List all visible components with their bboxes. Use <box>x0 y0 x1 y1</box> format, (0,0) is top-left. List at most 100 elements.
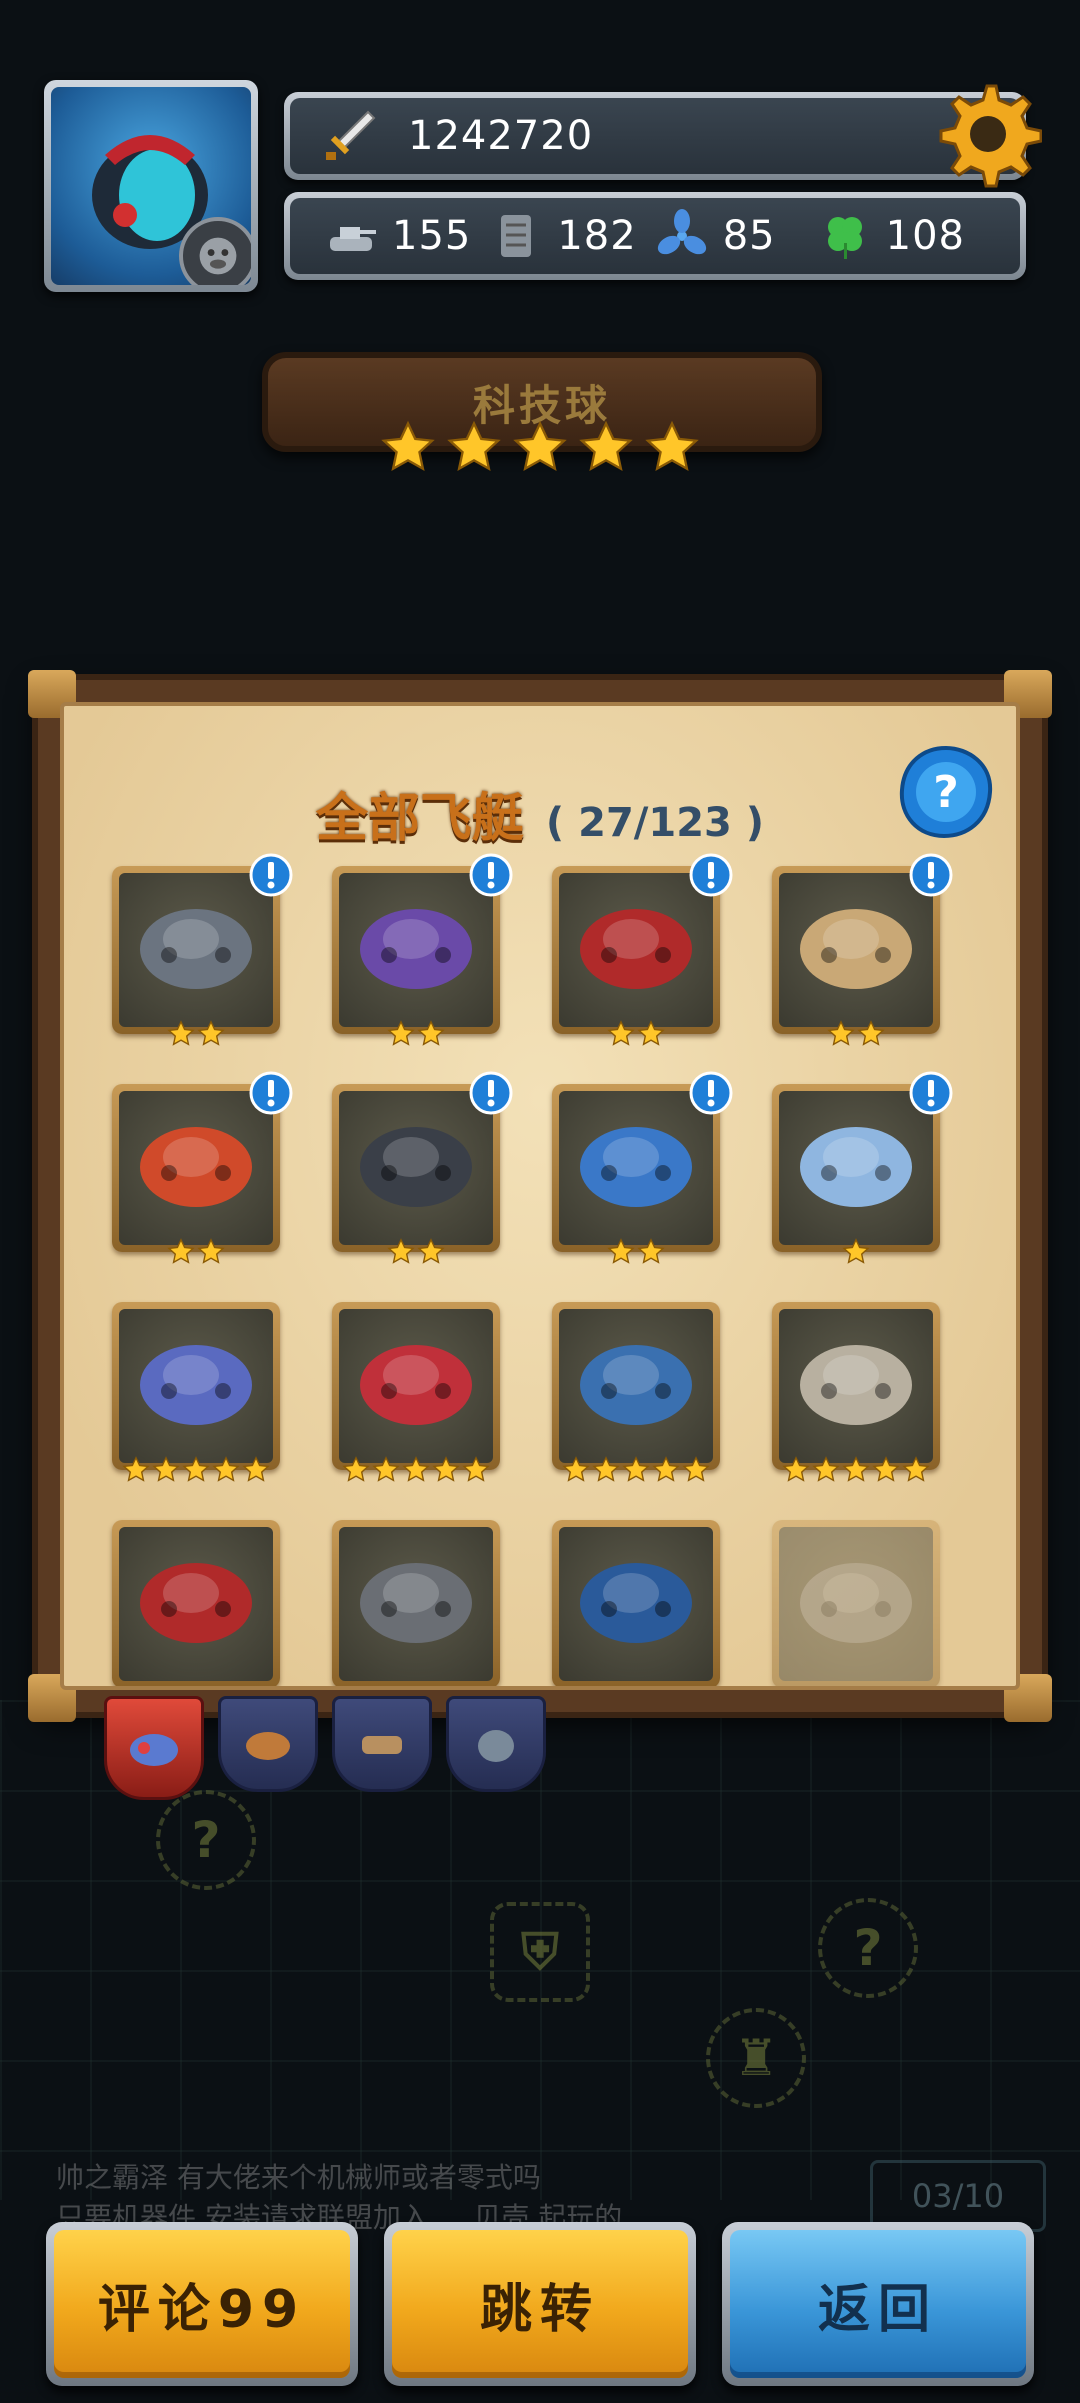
comment-button-label: 评论99 <box>97 2279 307 2340</box>
star-icon <box>902 1456 930 1482</box>
star-icon <box>387 1238 415 1264</box>
ship-card[interactable] <box>112 1520 280 1686</box>
ship-art-icon <box>360 909 472 989</box>
star-icon <box>432 1456 460 1482</box>
background-shield-icon: ⛨ <box>490 1902 590 2002</box>
ship-card[interactable] <box>112 1302 280 1482</box>
power-bar: 1242720 <box>284 84 1042 188</box>
collection-count: ( 27/123 ) <box>545 800 765 846</box>
tab-category-4[interactable] <box>446 1696 546 1792</box>
ship-portrait <box>119 1309 273 1463</box>
ship-art-icon <box>580 909 692 989</box>
ship-card[interactable] <box>332 1071 513 1264</box>
star-icon <box>342 1456 370 1482</box>
star-icon <box>782 1456 810 1482</box>
star-icon <box>167 1020 195 1046</box>
star-icon <box>827 1020 855 1046</box>
ship-tab-icon <box>362 1736 402 1754</box>
help-question-icon[interactable]: ? <box>896 744 996 840</box>
resource-tank: 155 <box>324 209 471 263</box>
ship-stars <box>772 1020 940 1048</box>
tab-category-2[interactable] <box>218 1696 318 1792</box>
ship-art-icon <box>140 1563 252 1643</box>
new-alert-icon <box>689 1071 733 1115</box>
star-icon <box>197 1238 225 1264</box>
ship-card[interactable] <box>552 853 733 1046</box>
star-icon <box>387 1020 415 1046</box>
ship-card[interactable] <box>772 1302 940 1482</box>
ship-stars <box>552 1020 720 1048</box>
resource-clover: 108 <box>818 209 965 263</box>
ship-art-icon <box>800 1563 912 1643</box>
star-icon <box>242 1456 270 1482</box>
ship-card[interactable] <box>772 1520 940 1686</box>
ship-card[interactable] <box>552 1520 720 1686</box>
ship-stars <box>112 1020 280 1048</box>
star-icon <box>197 1020 225 1046</box>
jump-button-label: 跳转 <box>479 2279 600 2340</box>
tab-category-3[interactable] <box>332 1696 432 1792</box>
ship-art-icon <box>360 1563 472 1643</box>
resources-bar: 155 182 85 108 <box>284 192 1026 280</box>
ship-stars <box>332 1020 500 1048</box>
star-icon <box>607 1238 635 1264</box>
ship-card[interactable] <box>772 1071 953 1264</box>
comment-button[interactable]: 评论99 <box>46 2222 358 2386</box>
star-icon <box>417 1020 445 1046</box>
clover-icon <box>827 217 862 259</box>
star-icon <box>212 1456 240 1482</box>
star-icon <box>652 1456 680 1482</box>
background-castle-icon: ♜ <box>706 2008 806 2108</box>
star-icon <box>857 1020 885 1046</box>
resource-fan: 85 <box>655 209 776 263</box>
ship-stars <box>112 1238 280 1266</box>
ship-card[interactable] <box>772 853 953 1046</box>
tab-all[interactable] <box>104 1696 204 1800</box>
ship-card[interactable] <box>332 1302 500 1482</box>
ship-card[interactable] <box>332 1520 500 1686</box>
star-icon <box>447 420 501 472</box>
collection-header: 全部飞艇 ( 27/123 ) <box>64 776 1016 851</box>
back-button-label: 返回 <box>817 2279 938 2340</box>
star-icon <box>167 1238 195 1264</box>
ship-art-icon <box>800 909 912 989</box>
ship-stars <box>112 1456 280 1484</box>
resource-armor: 182 <box>489 209 636 263</box>
ship-card[interactable] <box>552 1302 720 1482</box>
new-alert-icon <box>249 853 293 897</box>
new-alert-icon <box>689 853 733 897</box>
ship-art-icon <box>140 909 252 989</box>
back-button[interactable]: 返回 <box>722 2222 1034 2386</box>
ship-card[interactable] <box>552 1071 733 1264</box>
star-icon <box>513 420 567 472</box>
ship-art-icon <box>140 1127 252 1207</box>
star-icon <box>402 1456 430 1482</box>
star-icon <box>637 1238 665 1264</box>
power-value: 1242720 <box>408 113 594 159</box>
ship-tab-icon <box>130 1734 178 1766</box>
ship-portrait <box>339 1309 493 1463</box>
star-icon <box>812 1456 840 1482</box>
background-question-icon: ? <box>818 1898 918 1998</box>
player-avatar[interactable] <box>44 80 258 292</box>
star-icon <box>842 1456 870 1482</box>
settings-gear-icon[interactable] <box>932 78 1042 188</box>
ship-portrait <box>119 1527 273 1681</box>
ship-tab-icon <box>246 1732 290 1760</box>
ship-card[interactable] <box>112 1071 293 1264</box>
ship-art-icon <box>580 1563 692 1643</box>
ship-card[interactable] <box>332 853 513 1046</box>
star-icon <box>372 1456 400 1482</box>
star-icon <box>182 1456 210 1482</box>
star-icon <box>381 420 435 472</box>
ship-stars <box>332 1238 500 1266</box>
ship-art-icon <box>580 1345 692 1425</box>
monkey-badge-icon <box>179 217 251 285</box>
ship-portrait <box>779 1527 933 1681</box>
ship-card[interactable] <box>112 853 293 1046</box>
new-alert-icon <box>249 1071 293 1115</box>
jump-button[interactable]: 跳转 <box>384 2222 696 2386</box>
new-alert-icon <box>469 1071 513 1115</box>
page-counter-value: 03/10 <box>911 2177 1005 2215</box>
star-icon <box>562 1456 590 1482</box>
